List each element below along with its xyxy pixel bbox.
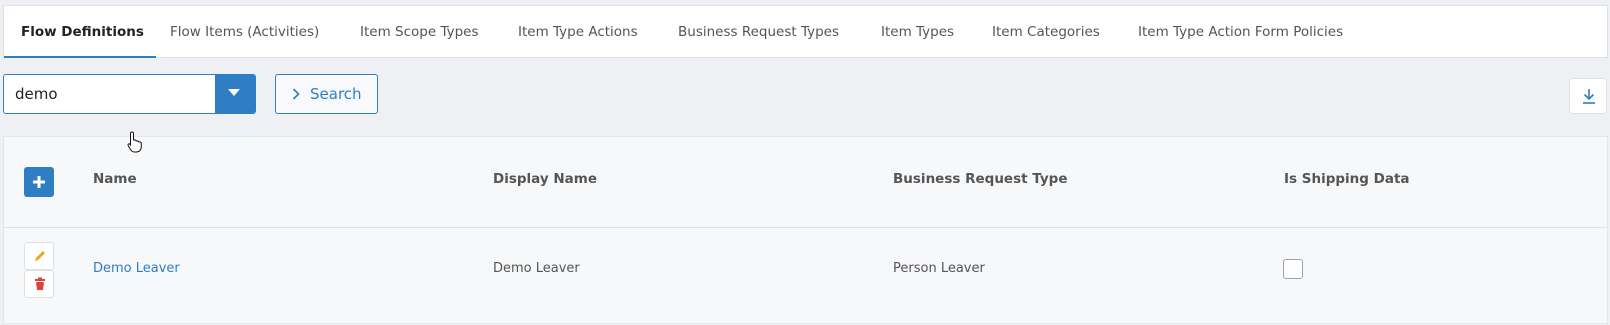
tab-item-types[interactable]: Item Types [881, 6, 954, 58]
tab-item-scope-types[interactable]: Item Scope Types [360, 6, 478, 58]
column-header-business-request-type[interactable]: Business Request Type [893, 171, 1068, 187]
column-header-display-name[interactable]: Display Name [493, 171, 597, 187]
table-row: Demo Leaver Demo Leaver Person Leaver [4, 229, 1607, 325]
edit-button[interactable] [24, 242, 54, 270]
filter-combobox[interactable]: demo [3, 74, 256, 114]
tab-item-categories[interactable]: Item Categories [992, 6, 1100, 58]
filter-combobox-value[interactable]: demo [15, 75, 58, 113]
trash-icon [35, 277, 45, 290]
flow-definitions-grid: Name Display Name Business Request Type … [3, 136, 1608, 324]
delete-button[interactable] [24, 270, 54, 298]
active-tab-indicator [4, 56, 156, 58]
download-button[interactable] [1569, 78, 1607, 114]
chevron-right-icon [292, 88, 300, 100]
combobox-dropdown-button[interactable] [215, 75, 255, 113]
tab-item-type-action-form-policies[interactable]: Item Type Action Form Policies [1138, 6, 1343, 58]
search-button-label: Search [310, 85, 362, 103]
tab-flow-definitions[interactable]: Flow Definitions [21, 6, 144, 58]
tab-business-request-types[interactable]: Business Request Types [678, 6, 839, 58]
grid-header: Name Display Name Business Request Type … [4, 137, 1607, 228]
column-header-is-shipping-data[interactable]: Is Shipping Data [1284, 171, 1410, 187]
plus-icon [33, 176, 45, 188]
business-request-type-cell: Person Leaver [893, 261, 985, 276]
tab-item-type-actions[interactable]: Item Type Actions [518, 6, 638, 58]
search-button[interactable]: Search [275, 74, 378, 114]
caret-down-icon [228, 89, 240, 96]
column-header-name[interactable]: Name [93, 171, 137, 187]
download-icon [1583, 89, 1595, 104]
is-shipping-data-checkbox[interactable] [1283, 259, 1303, 279]
tab-bar: Flow Definitions Flow Items (Activities)… [3, 5, 1608, 58]
tab-flow-items[interactable]: Flow Items (Activities) [170, 6, 319, 58]
add-button[interactable] [24, 167, 54, 197]
display-name-cell: Demo Leaver [493, 261, 580, 276]
pencil-icon [35, 251, 45, 261]
flow-name-link[interactable]: Demo Leaver [93, 261, 180, 276]
hand-cursor-icon [127, 131, 142, 153]
